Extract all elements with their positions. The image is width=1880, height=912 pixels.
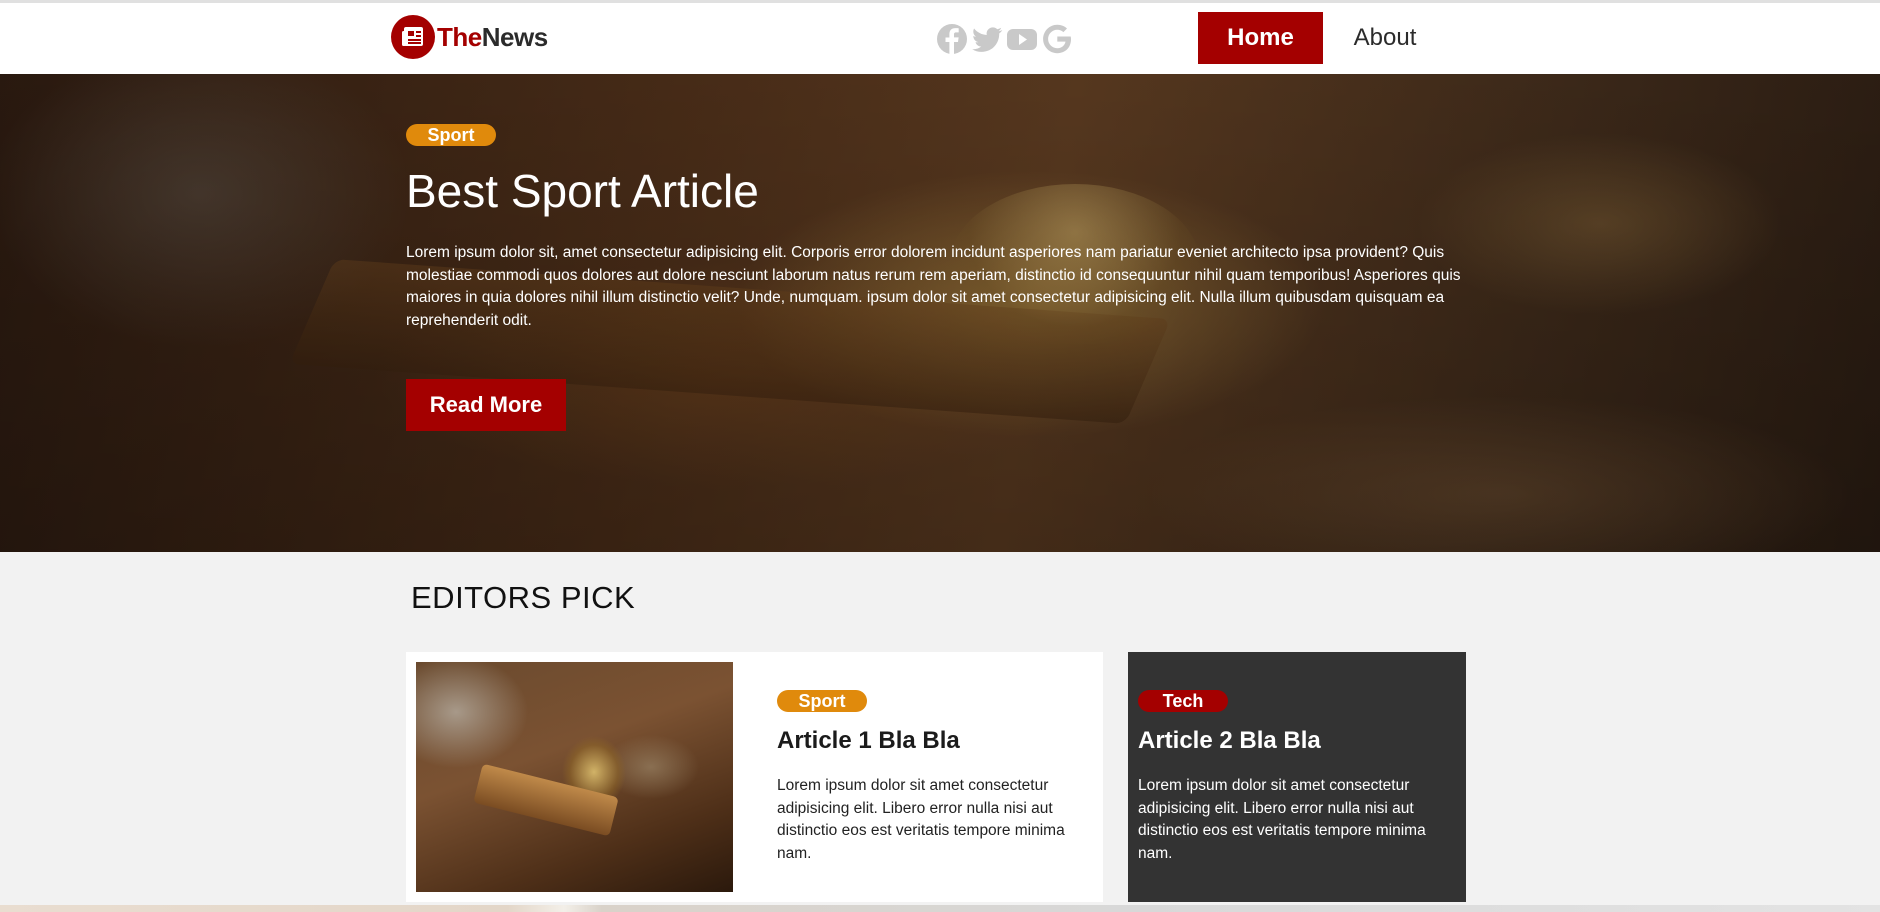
article-card-dark[interactable]: Tech Article 2 Bla Bla Lorem ipsum dolor…: [1128, 652, 1466, 902]
article-card[interactable]: Sport Article 1 Bla Bla Lorem ipsum dolo…: [406, 652, 1103, 902]
hero-excerpt: Lorem ipsum dolor sit, amet consectetur …: [406, 244, 1461, 329]
next-section-edge: [0, 905, 1880, 912]
hero-title: Best Sport Article: [406, 165, 759, 217]
nav-home-link[interactable]: Home: [1198, 12, 1323, 64]
google-icon[interactable]: [1041, 23, 1073, 55]
brand-name-part1: The: [437, 21, 482, 52]
social-links: [936, 23, 1073, 55]
brand-name: TheNews: [437, 22, 548, 53]
article-excerpt: Lorem ipsum dolor sit amet consectetur a…: [1138, 777, 1426, 862]
site-header: TheNews Home About: [0, 3, 1880, 74]
nav-about-link[interactable]: About: [1330, 12, 1440, 64]
twitter-icon[interactable]: [971, 23, 1003, 55]
article-excerpt: Lorem ipsum dolor sit amet consectetur a…: [777, 777, 1065, 862]
article-thumbnail[interactable]: [416, 662, 733, 892]
read-more-button[interactable]: Read More: [406, 379, 566, 431]
article-category-badge[interactable]: Tech: [1138, 690, 1228, 712]
newspaper-icon: [391, 15, 435, 59]
youtube-icon[interactable]: [1006, 23, 1038, 55]
article-title[interactable]: Article 2 Bla Bla: [1138, 727, 1321, 755]
brand-name-part2: News: [481, 21, 548, 52]
thumbnail-detail: [473, 763, 619, 837]
site-logo[interactable]: TheNews: [391, 15, 548, 59]
facebook-icon[interactable]: [936, 23, 968, 55]
hero-banner: Sport Best Sport Article Lorem ipsum dol…: [0, 74, 1880, 552]
article-category-badge[interactable]: Sport: [777, 690, 867, 712]
article-title[interactable]: Article 1 Bla Bla: [777, 727, 960, 755]
editors-pick-heading: EDITORS PICK: [411, 580, 636, 615]
hero-category-badge[interactable]: Sport: [406, 124, 496, 146]
